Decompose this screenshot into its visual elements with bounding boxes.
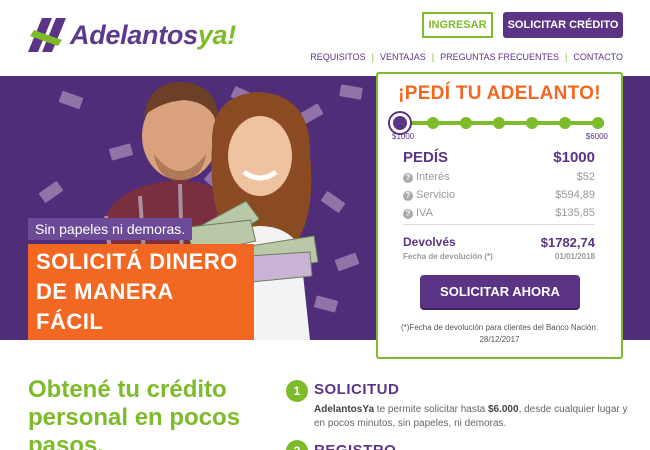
repay-value: $1782,74 bbox=[540, 235, 595, 250]
step-title: SOLICITUD bbox=[314, 381, 400, 398]
slider-stop[interactable] bbox=[559, 117, 571, 129]
repay-date-row: Fecha de devolución (*) 01/01/2018 bbox=[403, 252, 595, 261]
bill-decoration bbox=[339, 84, 363, 100]
headline-line-2: DE MANERA FÁCIL bbox=[36, 279, 173, 334]
step-text-pre: te permite solicitar hasta bbox=[374, 404, 488, 415]
repay-label: Devolvés bbox=[403, 235, 456, 249]
slider-stop[interactable] bbox=[493, 117, 505, 129]
repay-row: Devolvés $1782,74 bbox=[403, 235, 595, 250]
requested-label: PEDÍS bbox=[403, 149, 449, 166]
bill-decoration bbox=[38, 180, 64, 204]
hero-headline: SOLICITÁ DINERO DE MANERA FÁCIL bbox=[28, 244, 254, 340]
slider-thumb[interactable] bbox=[390, 113, 410, 133]
amount-slider[interactable] bbox=[390, 113, 604, 133]
logo-accent: ya! bbox=[197, 19, 236, 50]
slider-stop[interactable] bbox=[526, 117, 538, 129]
logo-icon bbox=[28, 18, 66, 52]
headline-line-1: SOLICITÁ DINERO bbox=[36, 249, 238, 274]
repay-date-value: 01/01/2018 bbox=[554, 252, 595, 261]
repay-date-label: Fecha de devolución (*) bbox=[403, 252, 493, 261]
slider-stop[interactable] bbox=[427, 117, 439, 129]
step-number-badge: 2 bbox=[286, 440, 308, 450]
step-description: AdelantosYa te permite solicitar hasta $… bbox=[314, 403, 629, 431]
help-icon[interactable]: ? bbox=[403, 173, 413, 183]
step-brand: AdelantosYa bbox=[314, 404, 375, 415]
hero-tagline: Sin papeles ni demoras. bbox=[28, 218, 193, 240]
nav-item-requisitos[interactable]: REQUISITOS bbox=[304, 52, 371, 62]
bill-decoration bbox=[334, 252, 360, 272]
calculator-title: ¡PEDÍ TU ADELANTO! bbox=[398, 83, 601, 104]
slider-max-label: $6000 bbox=[585, 132, 608, 141]
main-nav: REQUISITOS | VENTAJAS | PREGUNTAS FRECUE… bbox=[304, 52, 623, 62]
interest-label: Interés bbox=[416, 171, 450, 183]
site-header: Adelantosya! INGRESAR SOLICITAR CRÉDITO … bbox=[0, 0, 650, 76]
requested-amount-row: PEDÍS $1000 bbox=[403, 149, 595, 166]
iva-row: ? IVA $135,85 bbox=[403, 207, 595, 219]
request-credit-button[interactable]: SOLICITAR CRÉDITO bbox=[503, 12, 623, 38]
login-button[interactable]: INGRESAR bbox=[422, 12, 493, 38]
iva-value: $135,85 bbox=[555, 207, 595, 219]
brand-logo[interactable]: Adelantosya! bbox=[28, 18, 236, 52]
request-now-button[interactable]: SOLICITAR AHORA bbox=[420, 275, 580, 308]
interest-row: ? Interés $52 bbox=[403, 171, 595, 183]
service-value: $594,89 bbox=[555, 189, 595, 201]
repay-footnote: (*)Fecha de devolución para clientes del… bbox=[400, 323, 598, 344]
loan-calculator-card: ¡PEDÍ TU ADELANTO! $1000 $6000 PEDÍS $10… bbox=[376, 72, 623, 359]
help-icon[interactable]: ? bbox=[403, 191, 413, 201]
step-amount: $6.000 bbox=[487, 404, 519, 415]
card-divider bbox=[403, 224, 595, 225]
requested-value: $1000 bbox=[553, 149, 595, 166]
steps-section-title: Obtené tu crédito personal en pocos paso… bbox=[28, 376, 241, 450]
slider-min-label: $1000 bbox=[392, 132, 415, 141]
service-row: ? Servicio $594,89 bbox=[403, 189, 595, 201]
slider-stop[interactable] bbox=[592, 117, 604, 129]
nav-item-contacto[interactable]: CONTACTO bbox=[567, 52, 623, 62]
iva-label: IVA bbox=[416, 207, 433, 219]
service-label: Servicio bbox=[416, 189, 456, 201]
nav-item-preguntas[interactable]: PREGUNTAS FRECUENTES bbox=[434, 52, 565, 62]
logo-name: Adelantos bbox=[70, 19, 198, 50]
slider-stop[interactable] bbox=[460, 117, 472, 129]
interest-value: $52 bbox=[576, 171, 595, 183]
help-icon[interactable]: ? bbox=[403, 209, 413, 219]
step-title: REGISTRO bbox=[314, 442, 396, 450]
step-number-badge: 1 bbox=[286, 380, 308, 402]
nav-item-ventajas[interactable]: VENTAJAS bbox=[374, 52, 432, 62]
